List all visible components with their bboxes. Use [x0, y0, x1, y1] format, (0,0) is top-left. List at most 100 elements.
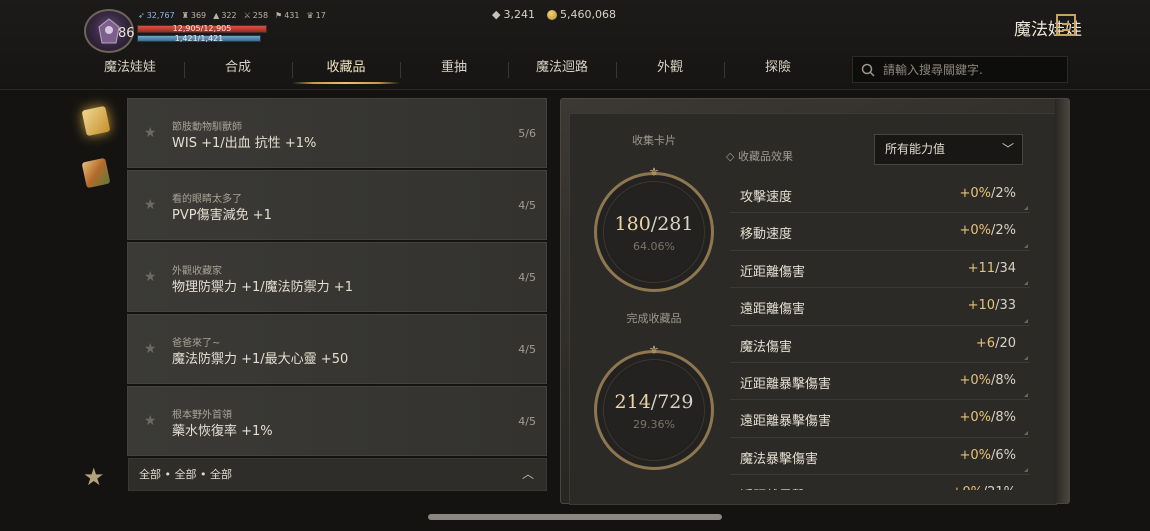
search-box[interactable]: [852, 56, 1068, 83]
chevron-up-icon[interactable]: ︿: [522, 459, 534, 490]
cards-ring: ⚜ 180/281 64.06%: [594, 166, 714, 292]
fleur-icon: ⚜: [648, 165, 660, 179]
stat-row[interactable]: 近距離暴擊 +0%/21%: [730, 475, 1030, 490]
stat-label: 移動速度: [740, 227, 793, 243]
tab-6[interactable]: 探險: [724, 54, 832, 86]
fleur-icon: ⚜: [648, 343, 660, 357]
tab-3[interactable]: 重抽: [400, 54, 508, 86]
stat-max: /6%: [990, 447, 1016, 463]
collection-count: 4/5: [518, 199, 536, 212]
stat-row[interactable]: 攻擊速度 +0%/2%: [730, 176, 1030, 214]
filter-text: 全部 • 全部 • 全部: [139, 468, 232, 481]
stat-row[interactable]: 近距離暴擊傷害 +0%/8%: [730, 363, 1030, 401]
stat-label: 攻擊速度: [740, 190, 793, 205]
tab-5[interactable]: 外觀: [616, 54, 724, 86]
stat-attack-value: 258: [252, 11, 269, 20]
favorite-star-icon[interactable]: ★: [83, 463, 105, 491]
stat-power: ➶ 32,767: [138, 11, 175, 20]
search-input[interactable]: [883, 62, 1063, 77]
coin-icon: [546, 9, 557, 20]
stat-row[interactable]: 魔法暴擊傷害 +0%/6%: [730, 438, 1030, 476]
armor-icon: ▲: [213, 11, 220, 20]
collection-count: 5/6: [518, 127, 536, 140]
tab-4[interactable]: 魔法迴路: [508, 54, 616, 86]
collection-name: 節肢動物馴獸師: [172, 122, 242, 133]
stat-power-value: 32,767: [146, 11, 175, 20]
stat-defense: ♜ 369: [182, 11, 206, 20]
cards-label: 收集卡片: [632, 134, 676, 147]
gem-amount: 3,241: [503, 8, 535, 21]
player-level: 86: [118, 26, 135, 41]
collection-card[interactable]: ★ 節肢動物馴獸師 WIS +1/出血 抗性 +1% 5/6: [127, 98, 547, 168]
mp-bar: 1,421/1,421: [137, 34, 261, 43]
stat-current: +0%: [959, 447, 991, 463]
cards-count: 180/281: [597, 213, 711, 235]
corner-mark: [1024, 355, 1028, 360]
exit-icon[interactable]: [1056, 14, 1076, 36]
stat-current: +0%: [959, 372, 991, 388]
complete-value: 214: [614, 391, 651, 413]
gold-currency[interactable]: 5,460,068: [546, 8, 616, 21]
main-tabs: 魔法娃娃 合成 收藏品 重抽 魔法迴路 外觀 探險: [76, 54, 832, 86]
corner-mark: [1024, 468, 1028, 473]
collection-effect: 物理防禦力 +1/魔法防禦力 +1: [172, 280, 353, 295]
wing-icon: ➶: [138, 11, 145, 20]
tab-1[interactable]: 合成: [184, 54, 292, 86]
effects-label-text: 收藏品效果: [737, 150, 793, 163]
stat-row[interactable]: 近距離傷害 +11/34: [730, 251, 1030, 289]
filter-bar[interactable]: 全部 • 全部 • 全部 ︿: [128, 458, 547, 491]
stat-row[interactable]: 移動速度 +0%/2%: [730, 213, 1030, 251]
stat-max: /8%: [990, 372, 1016, 388]
stat-extra: ♛ 17: [307, 11, 326, 20]
stat-filter-select[interactable]: 所有能力值 ﹀: [874, 134, 1023, 165]
collection-effect: 魔法防禦力 +1/最大心靈 +50: [172, 352, 349, 367]
stat-armor-value: 322: [221, 11, 237, 20]
complete-label: 完成收藏品: [626, 312, 682, 325]
gold-amount: 5,460,068: [559, 8, 616, 21]
search-icon: [861, 63, 875, 77]
home-indicator[interactable]: [428, 514, 722, 520]
stat-row[interactable]: 魔法傷害 +6/20: [730, 326, 1030, 363]
hp-bar: 12,905/12,905: [137, 24, 267, 33]
collection-effect: 藥水恢復率 +1%: [172, 424, 273, 439]
star-icon[interactable]: ★: [144, 269, 157, 285]
cards-value: 180: [614, 213, 651, 235]
star-icon[interactable]: ★: [144, 197, 157, 213]
star-icon[interactable]: ★: [144, 341, 157, 357]
stat-defense-value: 369: [190, 11, 207, 20]
tab-2[interactable]: 收藏品: [292, 54, 400, 86]
collection-card[interactable]: ★ 根本野外首領 藥水恢復率 +1% 4/5: [127, 386, 547, 456]
stat-label: 遠距離傷害: [740, 302, 806, 318]
collection-name: 爸爸來了~: [172, 338, 221, 349]
colored-book-icon[interactable]: [81, 157, 111, 189]
collection-count: 4/5: [518, 271, 536, 284]
stat-label: 近距離暴擊: [740, 485, 805, 490]
stat-magic-value: 431: [284, 11, 300, 20]
stat-armor: ▲ 322: [213, 11, 236, 20]
star-icon[interactable]: ★: [144, 413, 157, 429]
chevron-down-icon: ﹀: [1001, 142, 1014, 156]
stat-row[interactable]: 遠距離傷害 +10/33: [730, 288, 1030, 326]
mp-text: 1,421/1,421: [174, 34, 224, 43]
collection-card[interactable]: ★ 看的眼睛太多了 PVP傷害減免 +1 4/5: [127, 170, 547, 240]
collection-effect: PVP傷害減免 +1: [172, 208, 272, 223]
collection-card[interactable]: ★ 爸爸來了~ 魔法防禦力 +1/最大心靈 +50 4/5: [127, 314, 547, 384]
stat-label: 遠距離暴擊傷害: [740, 414, 832, 430]
collection-card[interactable]: ★ 外觀收藏家 物理防禦力 +1/魔法防禦力 +1 4/5: [127, 242, 547, 312]
collection-book-icon[interactable]: [81, 105, 111, 137]
hp-text: 12,905/12,905: [172, 24, 232, 33]
stat-current: +11: [967, 260, 995, 276]
stat-current: +0%: [959, 223, 991, 239]
gem-currency[interactable]: ◆ 3,241: [492, 8, 535, 21]
trophy-icon: ♛: [306, 11, 314, 20]
tab-0[interactable]: 魔法娃娃: [76, 54, 184, 86]
stat-row[interactable]: 遠距離暴擊傷害 +0%/8%: [730, 400, 1030, 438]
corner-mark: [1024, 393, 1028, 398]
stat-max: /2%: [990, 223, 1016, 239]
stats-panel-inner: 收集卡片 ⚜ 180/281 64.06% 完成收藏品 ⚜ 214/729 29…: [569, 113, 1057, 505]
collection-effect: WIS +1/出血 抗性 +1%: [172, 136, 317, 151]
star-icon[interactable]: ★: [144, 125, 157, 141]
stat-current: +0%: [959, 410, 991, 426]
stat-max: /20: [995, 335, 1016, 351]
stat-max: /2%: [990, 186, 1016, 201]
